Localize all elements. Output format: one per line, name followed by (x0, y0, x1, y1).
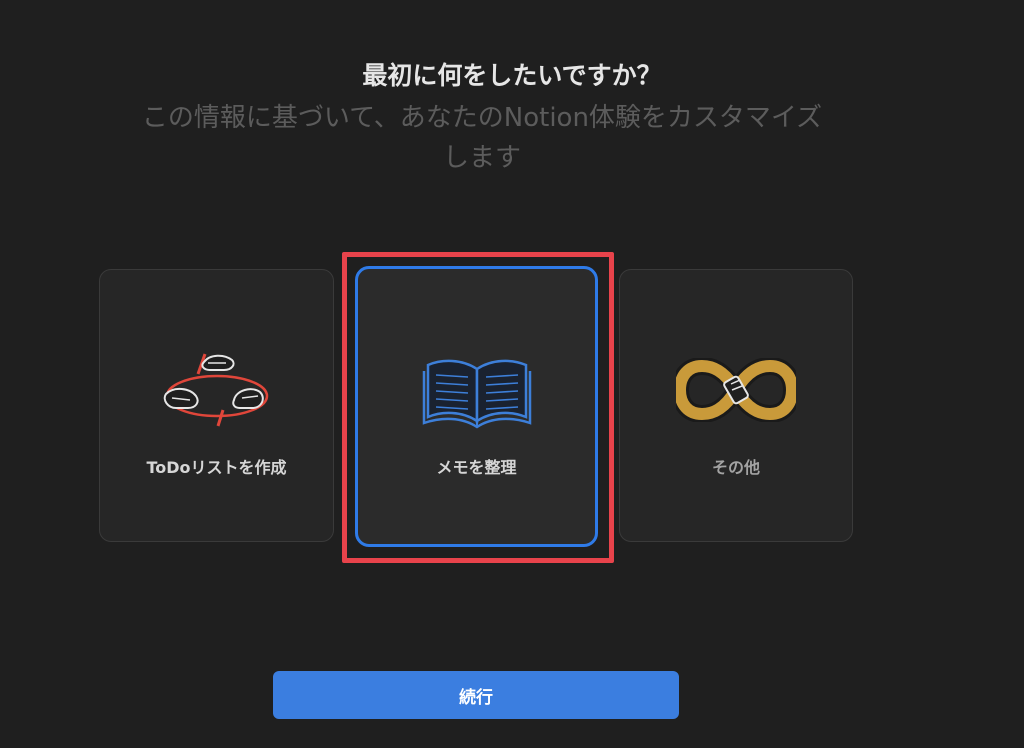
infinity-icon (676, 358, 796, 422)
page-title: 最初に何をしたいですか？ (362, 61, 662, 90)
option-label: ToDoリストを作成 (146, 458, 287, 477)
continue-button[interactable]: 続行 (273, 671, 679, 719)
option-card-todo[interactable]: ToDoリストを作成 (99, 269, 334, 542)
option-card-notes[interactable]: メモを整理 (355, 266, 598, 547)
page-subtitle: この情報に基づいて、あなたのNotion体験をカスタマイズします (141, 103, 823, 173)
option-label: メモを整理 (436, 458, 517, 477)
option-card-other[interactable]: その他 (619, 269, 853, 542)
open-book-icon (422, 359, 531, 429)
juggling-hands-icon (163, 353, 268, 427)
option-label: その他 (711, 458, 760, 477)
